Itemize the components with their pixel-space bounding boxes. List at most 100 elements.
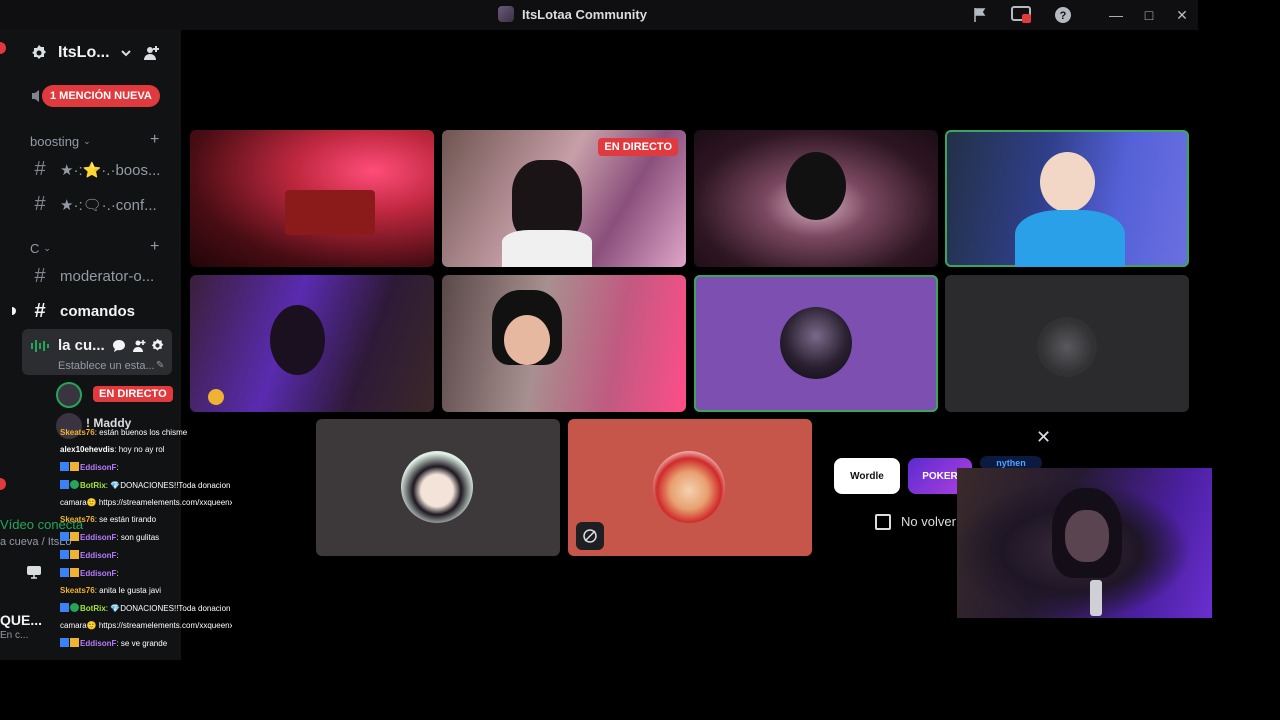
video-tile-avatar[interactable] bbox=[316, 419, 560, 556]
chat-message: BotRix: 💎DONACIONES!!Toda donacion e bbox=[60, 603, 232, 614]
video-tile-speaking[interactable] bbox=[945, 130, 1189, 267]
chevron-down-icon: ⌄ bbox=[83, 136, 91, 146]
video-tile[interactable] bbox=[190, 130, 434, 267]
streamer-silhouette bbox=[270, 305, 325, 375]
microphone bbox=[1090, 580, 1102, 616]
notification-dot bbox=[0, 478, 6, 490]
live-badge: EN DIRECTO bbox=[93, 386, 173, 402]
chat-message: Skeats76: están buenos los chisme bbox=[60, 428, 232, 438]
voice-channel-active[interactable]: la cu... Establece un esta... ✎ bbox=[22, 329, 172, 375]
chat-text: : anita le gusta javi bbox=[94, 586, 161, 595]
verified-badge-icon bbox=[70, 603, 79, 612]
flag-icon[interactable] bbox=[970, 5, 990, 25]
maximize-button[interactable]: □ bbox=[1138, 5, 1160, 25]
channel-confessions[interactable]: # ★·:🗨·.·conf... bbox=[30, 193, 156, 216]
crown-badge-icon bbox=[70, 462, 79, 471]
activity-wordle[interactable]: Wordle bbox=[834, 458, 900, 494]
sword-badge-icon bbox=[60, 480, 69, 489]
voice-status-input[interactable]: Establece un esta... bbox=[58, 360, 155, 372]
unread-indicator bbox=[12, 307, 16, 315]
streamer-silhouette bbox=[512, 160, 582, 240]
video-tile-avatar[interactable] bbox=[694, 275, 938, 412]
new-mention-pill[interactable]: 1 MENCIÓN NUEVA bbox=[42, 85, 160, 107]
chat-message: Skeats76: anita le gusta javi bbox=[60, 586, 232, 596]
invite-icon[interactable] bbox=[132, 339, 146, 358]
chat-username: EddisonF bbox=[80, 639, 117, 648]
activity-label: POKER bbox=[922, 470, 958, 482]
channel-boosting[interactable]: # ★·:⭐·.·boos... bbox=[30, 158, 160, 181]
chat-text: : bbox=[116, 551, 119, 560]
user-avatar bbox=[653, 451, 725, 523]
sword-badge-icon bbox=[60, 532, 69, 541]
chat-username: BotRix bbox=[80, 604, 106, 613]
streamer-face bbox=[1040, 152, 1095, 212]
channel-label: moderator-o... bbox=[60, 268, 155, 285]
chat-text: : son gulitas bbox=[116, 533, 160, 542]
category-label: C bbox=[30, 241, 40, 256]
dont-show-again-label: No volver bbox=[901, 514, 956, 529]
server-header[interactable]: ItsLo... bbox=[30, 44, 132, 62]
chat-text: : se están tirando bbox=[94, 515, 157, 524]
chevron-down-icon: ⌄ bbox=[43, 243, 51, 253]
sword-badge-icon bbox=[60, 550, 69, 559]
server-badge-icon bbox=[32, 45, 46, 59]
category-boosting[interactable]: boosting ⌄ bbox=[30, 134, 91, 149]
video-tile-live[interactable]: EN DIRECTO bbox=[442, 130, 686, 267]
chat-username: Skeats76 bbox=[60, 586, 95, 595]
window-title: ItsLotaa Community bbox=[498, 6, 647, 22]
chat-message: alex10ehevdis: hoy no ay rol bbox=[60, 445, 232, 455]
chat-username: EddisonF bbox=[80, 533, 117, 542]
text-channel-icon: # bbox=[34, 300, 46, 322]
user-panel-name[interactable]: QUE... bbox=[0, 612, 42, 628]
screen-share-icon[interactable] bbox=[1011, 5, 1031, 25]
video-tile-avatar[interactable] bbox=[568, 419, 812, 556]
add-channel-icon[interactable]: + bbox=[150, 131, 159, 149]
help-icon[interactable]: ? bbox=[1053, 5, 1073, 25]
crown-badge-icon bbox=[70, 638, 79, 647]
chat-text: : 💎DONACIONES!!Toda donacion e bbox=[105, 481, 232, 490]
chat-text: : bbox=[116, 463, 119, 472]
channel-comandos[interactable]: # comandos bbox=[30, 300, 135, 323]
add-channel-icon[interactable]: + bbox=[150, 238, 159, 256]
chat-message: EddisonF: se ve grande bbox=[60, 638, 232, 649]
category-c[interactable]: C ⌄ bbox=[30, 241, 51, 256]
video-tile[interactable] bbox=[442, 275, 686, 412]
crown-badge-icon bbox=[70, 532, 79, 541]
verified-badge-icon bbox=[70, 480, 79, 489]
streamer-hoodie bbox=[1015, 210, 1125, 267]
room-furniture bbox=[285, 190, 375, 235]
streamer-face bbox=[1065, 510, 1109, 562]
user-avatar bbox=[401, 451, 473, 523]
close-activity-icon[interactable]: ✕ bbox=[1036, 427, 1051, 448]
chat-bubble-icon[interactable] bbox=[112, 339, 126, 358]
camera-off-button[interactable] bbox=[576, 522, 604, 550]
close-window-button[interactable]: ✕ bbox=[1171, 5, 1193, 25]
server-name: ItsLo... bbox=[58, 44, 110, 61]
disconnect-icon[interactable] bbox=[26, 565, 42, 584]
chat-username: EddisonF bbox=[80, 569, 117, 578]
chat-username: EddisonF bbox=[80, 463, 117, 472]
dont-show-again-checkbox[interactable] bbox=[875, 514, 891, 530]
edit-pencil-icon[interactable]: ✎ bbox=[156, 360, 164, 371]
video-tile-avatar[interactable] bbox=[945, 275, 1189, 412]
user-avatar bbox=[780, 307, 852, 379]
settings-gear-icon[interactable] bbox=[150, 338, 165, 358]
chat-text: : 💎DONACIONES!!Toda donacion e bbox=[105, 604, 232, 613]
crown-badge-icon bbox=[70, 568, 79, 577]
server-icon bbox=[498, 6, 514, 22]
category-label: boosting bbox=[30, 134, 80, 149]
voice-channel-name: la cu... bbox=[58, 337, 105, 354]
video-tile[interactable] bbox=[694, 130, 938, 267]
text-channel-icon: # bbox=[34, 193, 46, 215]
streamer-face bbox=[504, 315, 550, 365]
add-member-icon[interactable] bbox=[142, 44, 160, 67]
avatar[interactable] bbox=[56, 382, 82, 408]
live-badge: EN DIRECTO bbox=[598, 138, 678, 156]
sword-badge-icon bbox=[60, 638, 69, 647]
video-tile[interactable] bbox=[190, 275, 434, 412]
badge-icon bbox=[208, 389, 224, 405]
channel-moderator[interactable]: # moderator-o... bbox=[30, 265, 154, 288]
minimize-button[interactable]: — bbox=[1105, 5, 1127, 25]
sword-badge-icon bbox=[60, 568, 69, 577]
svg-text:?: ? bbox=[1060, 10, 1067, 22]
